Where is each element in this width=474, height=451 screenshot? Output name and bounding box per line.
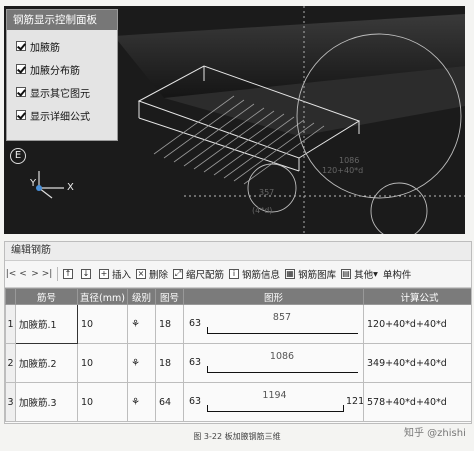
grade-symbol-icon[interactable]: ⚘	[127, 343, 156, 383]
column-header[interactable]: 图号	[155, 288, 184, 305]
diameter-cell[interactable]: 10	[77, 382, 128, 422]
table-row[interactable]: 1 加腋筋.1 10 ⚘ 18 63 857 120+40*d+40*d	[5, 304, 471, 344]
rebar-label: 1086	[339, 156, 360, 165]
column-header[interactable]: 筋号	[15, 288, 78, 305]
dimension-label: 357	[259, 188, 275, 197]
rebar-editor: 编辑钢筋 |< < > >| ↑ ↓ + 插入 × 删除 ⤢ 缩尺配筋 i 钢筋信息 ▦…	[4, 241, 472, 424]
rebar-shape-line	[207, 405, 344, 412]
delete-label: 删除	[149, 270, 169, 281]
grade-symbol-icon[interactable]: ⚘	[127, 304, 156, 344]
last-record-icon[interactable]: >|	[41, 269, 53, 279]
shape-cell[interactable]: 63 1194 121	[183, 382, 364, 422]
rebar-name-cell[interactable]: 加腋筋.2	[15, 343, 78, 383]
shape-main-length: 1086	[269, 351, 295, 362]
row-index[interactable]: 3	[5, 382, 16, 422]
column-header[interactable]: 计算公式	[363, 288, 471, 305]
column-header-index	[5, 288, 16, 305]
rebar-name-cell[interactable]: 加腋筋.1	[15, 304, 78, 344]
table-row[interactable]: 3 加腋筋.3 10 ⚘ 64 63 1194 121 578+40*d+40*…	[5, 382, 471, 422]
insert-button[interactable]: + 插入	[99, 267, 131, 281]
figure-no-cell[interactable]: 18	[155, 343, 184, 383]
insert-label: 插入	[112, 270, 132, 281]
library-icon: ▦	[285, 269, 296, 279]
column-header[interactable]: 图形	[183, 288, 364, 305]
library-label: 钢筋图库	[298, 270, 337, 281]
checkbox-icon[interactable]	[16, 110, 26, 120]
scale-rebar-button[interactable]: ⤢ 缩尺配筋	[173, 267, 224, 281]
option-label: 加腋筋	[30, 42, 60, 54]
option-label: 加腋分布筋	[30, 65, 80, 77]
formula-cell[interactable]: 120+40*d+40*d	[363, 304, 471, 344]
divider	[57, 267, 58, 281]
shape-left-length: 63	[189, 357, 202, 368]
shape-left-length: 63	[189, 396, 202, 407]
document-icon: ▤	[341, 269, 352, 279]
diameter-cell[interactable]: 10	[77, 343, 128, 383]
rebar-name-cell[interactable]: 加腋筋.3	[15, 382, 78, 422]
scale-label: 缩尺配筋	[186, 270, 225, 281]
shape-left-length: 63	[189, 318, 202, 329]
delete-button[interactable]: × 删除	[136, 267, 168, 281]
option-label: 显示详细公式	[30, 111, 90, 123]
formula-cell[interactable]: 578+40*d+40*d	[363, 382, 471, 422]
grade-symbol-icon[interactable]: ⚘	[127, 382, 156, 422]
figure-no-cell[interactable]: 18	[155, 304, 184, 344]
next-record-icon[interactable]: >	[29, 269, 41, 279]
dimension-label: (4*d)	[252, 206, 273, 215]
move-down-button[interactable]: ↓	[81, 269, 94, 279]
shape-right-length: 121	[346, 396, 364, 407]
option-show-detailed-formula[interactable]: 显示详细公式	[16, 108, 90, 123]
editor-title: 编辑钢筋	[5, 242, 471, 261]
option-label: 显示其它图元	[30, 88, 90, 100]
shape-main-length: 1194	[262, 390, 287, 401]
column-header[interactable]: 级别	[127, 288, 156, 305]
rebar-display-control-panel: 钢筋显示控制面板 加腋筋 加腋分布筋 显示其它图元 显示详细公式	[6, 9, 118, 141]
checkbox-icon[interactable]	[16, 87, 26, 97]
info-label: 钢筋信息	[242, 270, 281, 281]
row-index[interactable]: 1	[5, 304, 16, 344]
column-header[interactable]: 直径(mm)	[77, 288, 128, 305]
editor-toolbar: |< < > >| ↑ ↓ + 插入 × 删除 ⤢ 缩尺配筋 i 钢筋信息 ▦ 钢筋图库 …	[5, 261, 471, 288]
other-label: 其他	[354, 270, 374, 281]
first-record-icon[interactable]: |<	[5, 269, 17, 279]
figure-no-cell[interactable]: 64	[155, 382, 184, 422]
arrow-down-icon: ↓	[81, 269, 91, 279]
rebar-label: 120+40*d	[322, 166, 364, 175]
row-index[interactable]: 2	[5, 343, 16, 383]
rebar-table: 筋号 直径(mm) 级别 图号 图形 计算公式 1 加腋筋.1 10 ⚘ 18	[5, 288, 471, 422]
figure-caption: 图 3-22 板加腋钢筋三维	[193, 432, 281, 441]
prev-record-icon[interactable]: <	[17, 269, 29, 279]
formula-cell[interactable]: 349+40*d+40*d	[363, 343, 471, 383]
rebar-library-button[interactable]: ▦ 钢筋图库	[285, 267, 336, 281]
panel-title: 钢筋显示控制面板	[7, 10, 117, 30]
scale-icon: ⤢	[173, 269, 184, 279]
rebar-info-button[interactable]: i 钢筋信息	[229, 267, 280, 281]
arrow-up-icon: ↑	[63, 269, 73, 279]
east-marker: E	[10, 148, 26, 164]
table-row[interactable]: 2 加腋筋.2 10 ⚘ 18 63 1086 349+40*d+40*d	[5, 343, 471, 383]
shape-main-length: 857	[272, 312, 292, 323]
table-header-row: 筋号 直径(mm) 级别 图号 图形 计算公式	[5, 288, 471, 305]
delete-icon: ×	[136, 269, 147, 279]
rebar-shape-line	[207, 327, 358, 334]
option-haunch-distribution-rebar[interactable]: 加腋分布筋	[16, 62, 80, 77]
unit-member-button[interactable]: 单构件	[383, 267, 412, 281]
option-haunch-rebar[interactable]: 加腋筋	[16, 39, 60, 54]
unit-label: 单构件	[382, 270, 412, 281]
option-show-other-elements[interactable]: 显示其它图元	[16, 85, 90, 100]
insert-icon: +	[99, 269, 109, 279]
axis-x-label: X	[67, 182, 74, 193]
checkbox-icon[interactable]	[16, 64, 26, 74]
other-menu-button[interactable]: ▤ 其他 ▾	[341, 267, 378, 281]
shape-cell[interactable]: 63 857	[183, 304, 364, 344]
checkbox-icon[interactable]	[16, 41, 26, 51]
chevron-down-icon: ▾	[373, 268, 378, 280]
move-up-button[interactable]: ↑	[63, 269, 76, 279]
diameter-cell[interactable]: 10	[77, 304, 128, 344]
axis-y-label: Y	[30, 178, 37, 189]
3d-viewport[interactable]: 钢筋显示控制面板 加腋筋 加腋分布筋 显示其它图元 显示详细公式 E Y X 3…	[4, 6, 465, 234]
shape-cell[interactable]: 63 1086	[183, 343, 364, 383]
info-icon: i	[229, 269, 240, 279]
rebar-shape-line	[207, 366, 358, 373]
